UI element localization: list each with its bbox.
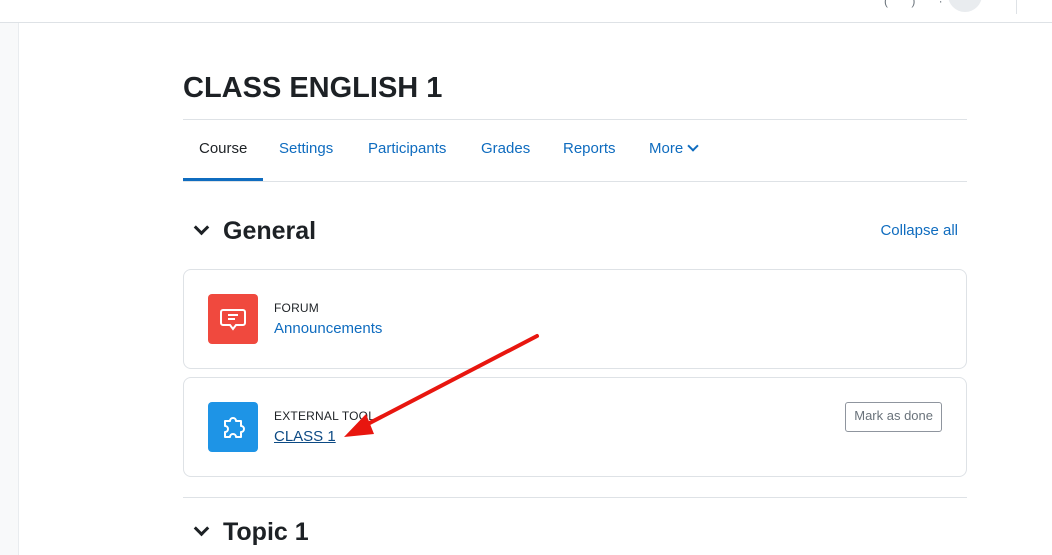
- tab-course[interactable]: Course: [183, 120, 264, 181]
- tab-settings[interactable]: Settings: [263, 120, 349, 178]
- avatar[interactable]: [948, 0, 982, 12]
- forum-icon-svg: [220, 309, 246, 331]
- section-collapse-toggle[interactable]: [193, 520, 211, 540]
- chevron-down-icon: [687, 140, 699, 152]
- section-general-header: General Collapse all: [183, 211, 967, 251]
- activity-type-label: FORUM: [274, 301, 319, 315]
- puzzle-icon: [208, 402, 258, 452]
- chevron-down-icon: [193, 520, 210, 537]
- activity-link-class-1[interactable]: CLASS 1: [274, 428, 336, 445]
- collapse-all-link[interactable]: Collapse all: [880, 222, 958, 239]
- chevron-down-icon: [193, 219, 210, 236]
- user-menu-partial[interactable]: ( ) ·: [884, 0, 953, 8]
- top-navbar: ( ) ·: [0, 0, 1052, 23]
- section-title: Topic 1: [223, 518, 309, 546]
- puzzle-icon-svg: [224, 417, 245, 438]
- section-collapse-toggle[interactable]: [193, 219, 211, 239]
- navbar-divider: [1016, 0, 1017, 14]
- forum-icon: [208, 294, 258, 344]
- section-title: General: [223, 217, 317, 245]
- section-divider: [183, 497, 967, 498]
- left-drawer-edge: [0, 23, 19, 555]
- course-secondary-nav: Course Settings Participants Grades Repo…: [183, 119, 967, 182]
- tab-more-label: More: [649, 140, 684, 157]
- tab-reports[interactable]: Reports: [547, 120, 632, 178]
- activity-forum: FORUM Announcements: [183, 269, 967, 369]
- page-title: CLASS ENGLISH 1: [183, 72, 443, 104]
- mark-as-done-button[interactable]: Mark as done: [845, 402, 942, 432]
- tab-grades[interactable]: Grades: [465, 120, 546, 178]
- activity-external-tool: EXTERNAL TOOL CLASS 1 Mark as done: [183, 377, 967, 477]
- activity-type-label: EXTERNAL TOOL: [274, 409, 376, 423]
- activity-link-announcements[interactable]: Announcements: [274, 320, 382, 337]
- tab-more[interactable]: More: [633, 120, 713, 178]
- tab-participants[interactable]: Participants: [352, 120, 462, 178]
- section-topic-1-header: Topic 1: [183, 512, 967, 552]
